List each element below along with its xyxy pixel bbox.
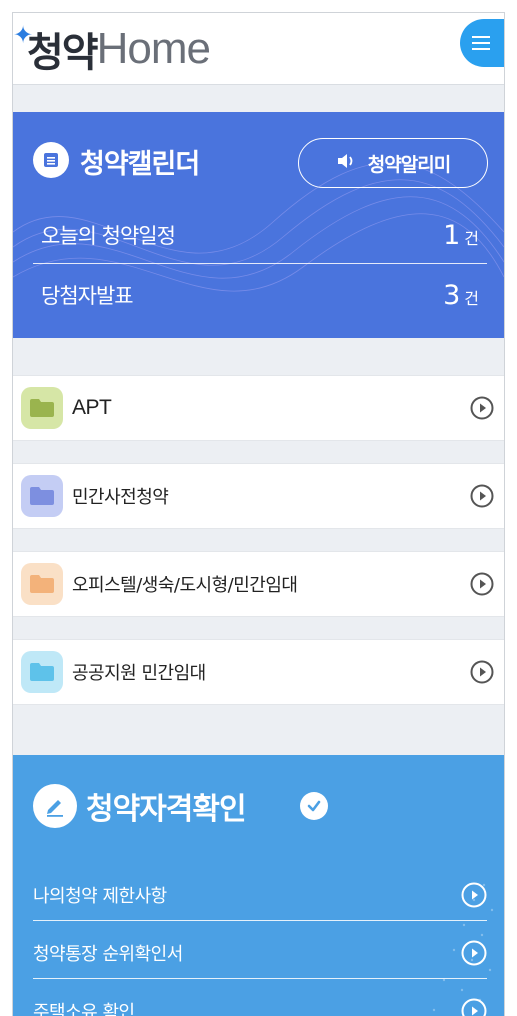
eligibility-item-restrictions[interactable]: 나의청약 제한사항 [33, 869, 487, 921]
play-circle-icon [470, 396, 494, 420]
star-icon: ✦ [13, 21, 34, 49]
calendar-title: 청약캘린더 [80, 149, 200, 180]
folder-icon [21, 387, 63, 429]
category-label: 오피스텔/생숙/도시형/민간임대 [72, 575, 298, 596]
play-circle-icon [470, 660, 494, 684]
pencil-icon [33, 784, 77, 828]
eligibility-item-label: 나의청약 제한사항 [33, 885, 167, 907]
category-label: APT [72, 396, 112, 419]
logo-korean-text: 청약 [27, 30, 99, 76]
play-circle-icon [461, 940, 487, 965]
calendar-icon [33, 142, 69, 178]
winner-announcement-label: 당첨자발표 [41, 284, 134, 308]
folder-icon [21, 651, 63, 693]
eligibility-check-panel: 청약자격확인 나의청약 제한사항 청약통장 순위확인서 주택소유 확인 [13, 755, 504, 1016]
header: ✦ 청약 Home [13, 13, 504, 85]
logo[interactable]: ✦ 청약 Home [13, 19, 211, 79]
app-frame: ✦ 청약 Home 청약캘린더 청약알리미 오늘의 청약일정 1 건 당첨자발표… [12, 12, 505, 1016]
speaker-icon [336, 152, 358, 174]
today-schedule-label: 오늘의 청약일정 [41, 224, 176, 248]
winner-announcement-row[interactable]: 당첨자발표 3건 [33, 267, 487, 323]
eligibility-title: 청약자격확인 [86, 792, 247, 827]
category-label: 민간사전청약 [72, 487, 169, 508]
today-schedule-row[interactable]: 오늘의 청약일정 1건 [33, 207, 487, 263]
count-unit: 건 [464, 228, 479, 248]
alarm-button-label: 청약알리미 [367, 153, 451, 176]
count-unit: 건 [464, 288, 479, 308]
check-circle-icon [300, 792, 328, 820]
logo-english-text: Home [96, 24, 211, 73]
category-item-private-pre-subscription[interactable]: 민간사전청약 [13, 463, 504, 529]
subscription-alarm-button[interactable]: 청약알리미 [298, 138, 488, 188]
play-circle-icon [461, 998, 487, 1016]
subscription-calendar-panel: 청약캘린더 청약알리미 오늘의 청약일정 1건 당첨자발표 3건 [13, 112, 504, 338]
eligibility-item-label: 청약통장 순위확인서 [33, 943, 183, 965]
folder-icon [21, 563, 63, 605]
eligibility-item-label: 주택소유 확인 [33, 1002, 135, 1016]
play-circle-icon [470, 484, 494, 508]
category-label: 공공지원 민간임대 [72, 663, 206, 684]
divider [33, 263, 487, 264]
play-circle-icon [461, 882, 487, 907]
category-item-apt[interactable]: APT [13, 375, 504, 441]
category-item-public-supported-rental[interactable]: 공공지원 민간임대 [13, 639, 504, 705]
eligibility-item-account-rank[interactable]: 청약통장 순위확인서 [33, 927, 487, 979]
hamburger-icon[interactable] [460, 19, 504, 67]
category-item-officetel[interactable]: 오피스텔/생숙/도시형/민간임대 [13, 551, 504, 617]
today-schedule-count: 1 [443, 219, 461, 251]
folder-icon [21, 475, 63, 517]
eligibility-item-house-ownership[interactable]: 주택소유 확인 [33, 985, 487, 1016]
play-circle-icon [470, 572, 494, 596]
winner-announcement-count: 3 [443, 279, 461, 311]
